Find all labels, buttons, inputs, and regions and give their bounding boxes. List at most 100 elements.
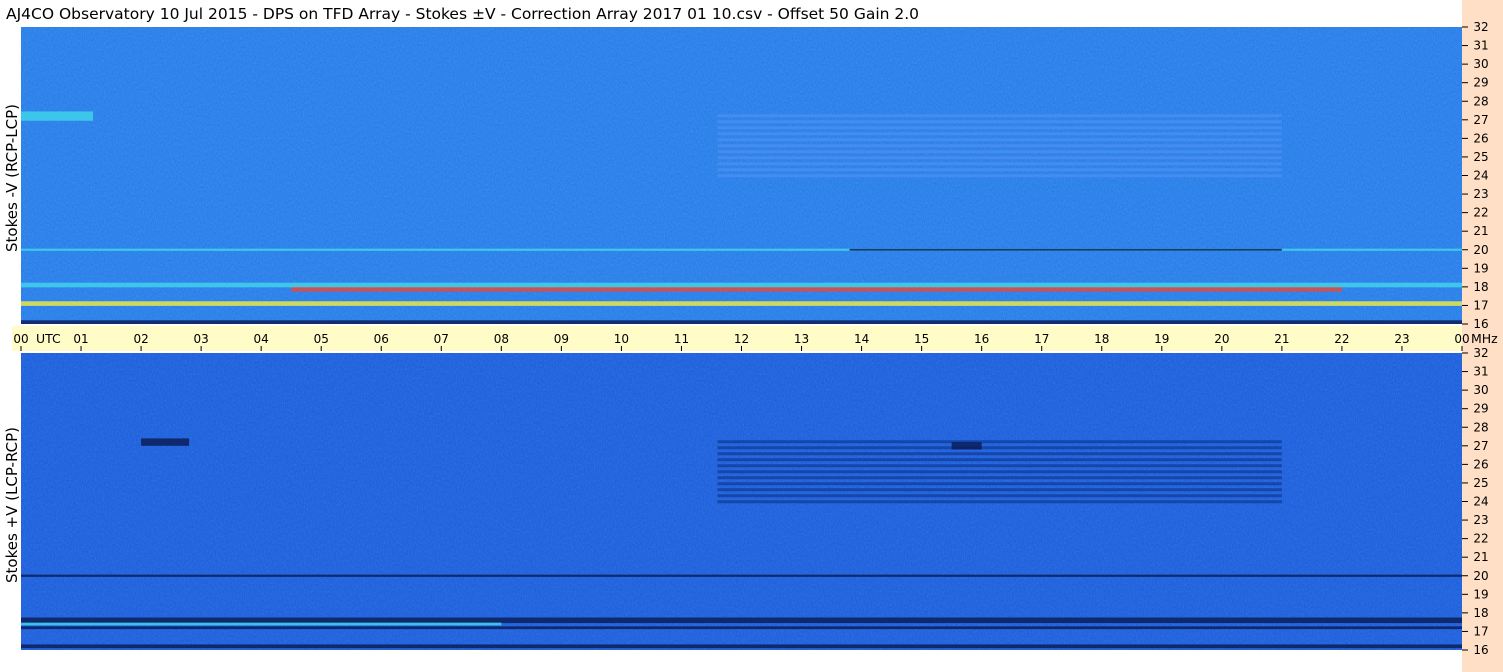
interference-stripe [717, 138, 1282, 142]
interference-stripe [717, 440, 1282, 444]
frequency-tick-label: 22 [1473, 532, 1488, 546]
bottom-panel-ylabel: Stokes +V (LCP-RCP) [3, 427, 21, 583]
frequency-tick-label: 18 [1473, 280, 1488, 294]
time-tick-label: 17 [1034, 332, 1049, 346]
time-tick-label: 10 [614, 332, 629, 346]
time-tick-label: 19 [1154, 332, 1169, 346]
interference-stripe [717, 144, 1282, 148]
interference-stripe [717, 452, 1282, 456]
interference-stripe [717, 464, 1282, 468]
interference-stripe [717, 174, 1282, 178]
interference-stripe [717, 162, 1282, 166]
emission-band [21, 574, 1462, 577]
time-tick-label: 03 [193, 332, 208, 346]
interference-stripe [717, 446, 1282, 450]
frequency-tick-label: 23 [1473, 513, 1488, 527]
interference-stripe [717, 488, 1282, 492]
time-tick-label: 16 [974, 332, 989, 346]
interference-stripe [717, 458, 1282, 462]
frequency-tick-label: 21 [1473, 224, 1488, 238]
frequency-tick-label: 27 [1473, 113, 1488, 127]
time-tick-label: 15 [914, 332, 929, 346]
emission-band [21, 644, 1462, 649]
frequency-tick-label: 32 [1473, 20, 1488, 34]
frequency-tick-label: 29 [1473, 402, 1488, 416]
interference-stripe [717, 494, 1282, 498]
interference-stripe [717, 150, 1282, 154]
time-tick-label: 06 [374, 332, 389, 346]
time-tick-label: 14 [854, 332, 869, 346]
frequency-tick-label: 27 [1473, 439, 1488, 453]
time-tick-label: 13 [794, 332, 809, 346]
interference-stripe [717, 470, 1282, 474]
time-tick-label: 02 [133, 332, 148, 346]
utc-axis-label: UTC [36, 331, 61, 346]
frequency-tick-label: 29 [1473, 76, 1488, 90]
frequency-tick-label: 28 [1473, 420, 1488, 434]
chart-title: AJ4CO Observatory 10 Jul 2015 - DPS on T… [6, 5, 919, 23]
emission-band [21, 301, 1462, 306]
frequency-tick-label: 31 [1473, 39, 1488, 53]
emission-band [951, 442, 982, 450]
frequency-tick-label: 30 [1473, 57, 1488, 71]
time-tick-label: 01 [73, 332, 88, 346]
interference-stripe [717, 482, 1282, 486]
time-tick-label: 18 [1094, 332, 1109, 346]
interference-stripe [717, 168, 1282, 172]
time-tick-label: 22 [1334, 332, 1349, 346]
frequency-tick-label: 26 [1473, 131, 1488, 145]
frequency-tick-label: 22 [1473, 206, 1488, 220]
emission-band [141, 438, 190, 446]
time-tick-label: 23 [1394, 332, 1409, 346]
frequency-tick-label: 24 [1473, 495, 1488, 509]
emission-band [21, 626, 1462, 630]
time-tick-label: 08 [494, 332, 509, 346]
time-tick-label: 20 [1214, 332, 1229, 346]
spectrogram-figure: AJ4CO Observatory 10 Jul 2015 - DPS on T… [0, 0, 1503, 672]
frequency-tick-label: 20 [1473, 569, 1488, 583]
frequency-tick-label: 25 [1473, 476, 1488, 490]
frequency-tick-label: 32 [1473, 346, 1488, 360]
frequency-tick-label: 24 [1473, 169, 1488, 183]
time-tick-label: 12 [734, 332, 749, 346]
bottom-panel-heatmap [21, 353, 1462, 650]
emission-band [21, 622, 502, 626]
time-tick-label: 00 [1454, 332, 1469, 346]
frequency-tick-label: 25 [1473, 150, 1488, 164]
top-panel-ylabel: Stokes -V (RCP-LCP) [3, 104, 21, 252]
emission-band [21, 111, 94, 121]
emission-band [21, 617, 1462, 624]
frequency-tick-label: 21 [1473, 550, 1488, 564]
interference-stripe [717, 126, 1282, 130]
frequency-tick-label: 20 [1473, 243, 1488, 257]
frequency-tick-label: 19 [1473, 261, 1488, 275]
interference-stripe [717, 132, 1282, 136]
frequency-tick-label: 26 [1473, 457, 1488, 471]
time-tick-label: 21 [1274, 332, 1289, 346]
frequency-tick-label: 18 [1473, 606, 1488, 620]
interference-stripe [717, 156, 1282, 160]
time-tick-label: 04 [254, 332, 269, 346]
interference-stripe [717, 476, 1282, 480]
frequency-tick-label: 16 [1473, 643, 1488, 657]
time-tick-label: 00 [13, 332, 28, 346]
mhz-axis-label: MHz [1471, 331, 1498, 346]
frequency-tick-label: 30 [1473, 383, 1488, 397]
frequency-tick-label: 17 [1473, 298, 1488, 312]
frequency-tick-label: 19 [1473, 587, 1488, 601]
time-tick-label: 11 [674, 332, 689, 346]
interference-stripe [717, 120, 1282, 124]
top-panel-heatmap [21, 27, 1462, 324]
frequency-tick-label: 23 [1473, 187, 1488, 201]
frequency-tick-label: 17 [1473, 624, 1488, 638]
time-tick-label: 07 [434, 332, 449, 346]
spectrogram-chart: AJ4CO Observatory 10 Jul 2015 - DPS on T… [0, 0, 1503, 672]
interference-stripe [717, 114, 1282, 118]
time-tick-label: 05 [314, 332, 329, 346]
emission-band [849, 248, 1282, 251]
frequency-tick-label: 16 [1473, 317, 1488, 331]
interference-stripe [717, 500, 1282, 504]
frequency-tick-label: 28 [1473, 94, 1488, 108]
time-tick-label: 09 [554, 332, 569, 346]
frequency-tick-label: 31 [1473, 365, 1488, 379]
